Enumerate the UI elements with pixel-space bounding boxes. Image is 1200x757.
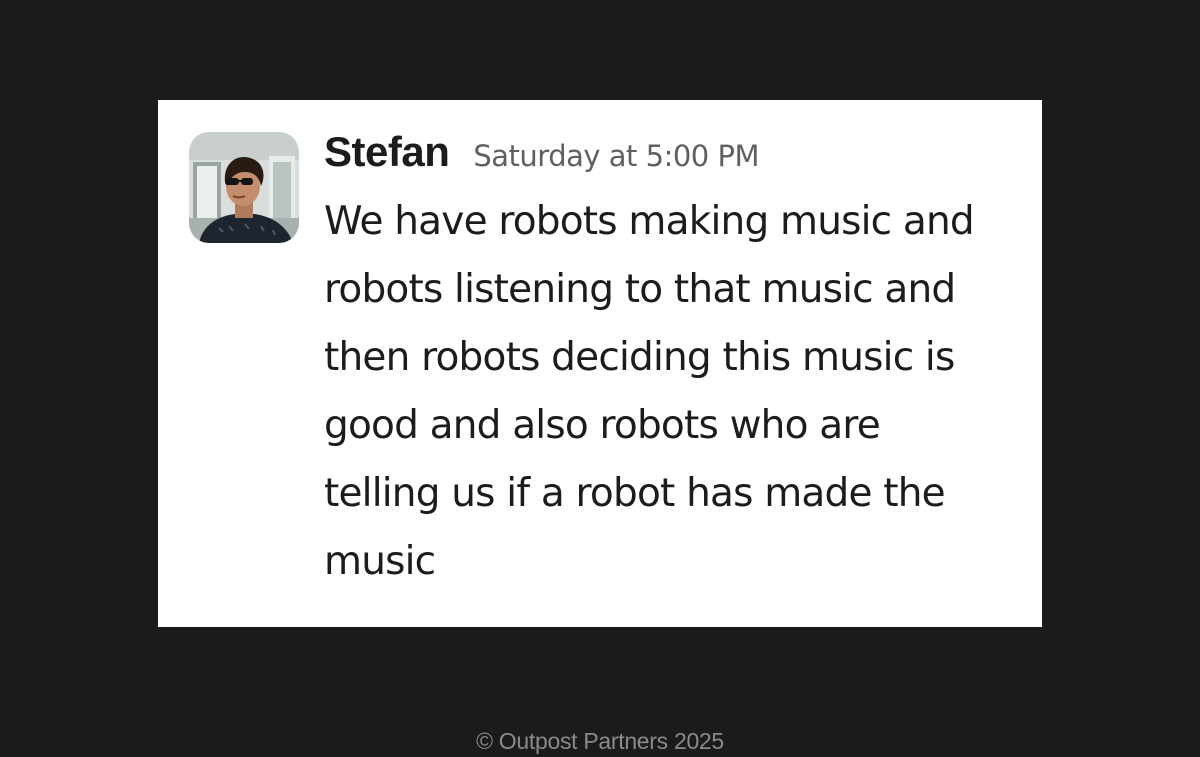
avatar[interactable]: [189, 132, 299, 243]
message-text-line: good and also robots who are: [324, 403, 881, 448]
message-timestamp[interactable]: Saturday at 5:00 PM: [473, 139, 759, 173]
author-name[interactable]: Stefan: [324, 128, 450, 175]
message-text-line: music: [324, 539, 436, 584]
message-body: We have robots making music and robots l…: [324, 188, 1024, 596]
page: Stefan Saturday at 5:00 PM We have robot…: [0, 0, 1200, 757]
user-avatar-photo-icon: [189, 132, 299, 243]
copyright-footer: © Outpost Partners 2025: [476, 728, 724, 754]
message-text-line: then robots deciding this music is: [324, 335, 955, 380]
message-text-line: robots listening to that music and: [324, 267, 956, 312]
message-card: Stefan Saturday at 5:00 PM We have robot…: [158, 100, 1042, 627]
message-text-line: telling us if a robot has made the: [324, 471, 946, 516]
message-text-line: We have robots making music and: [324, 199, 975, 244]
message-header: Stefan Saturday at 5:00 PM: [324, 128, 759, 176]
